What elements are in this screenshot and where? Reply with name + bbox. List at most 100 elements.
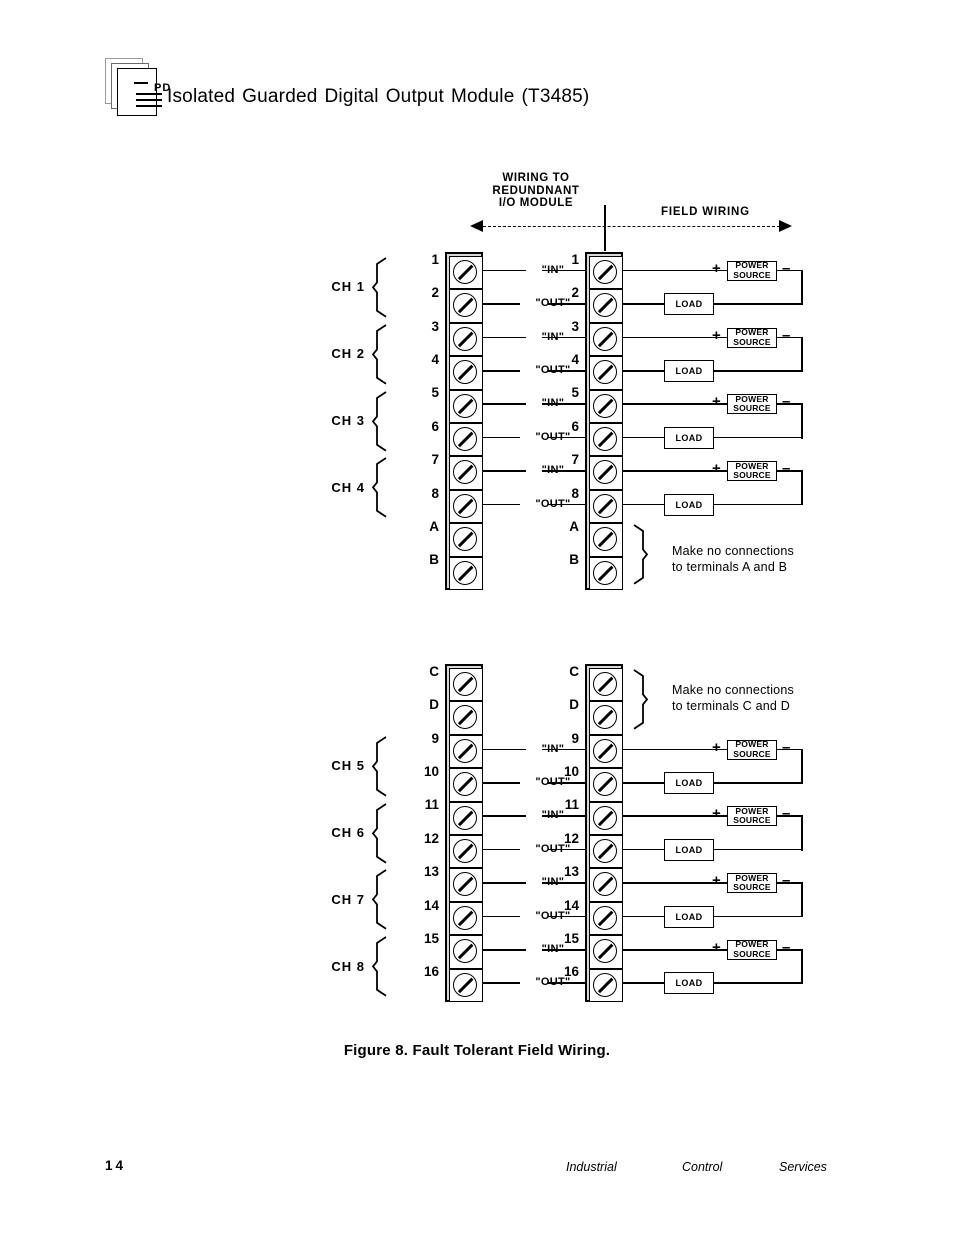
terminal-cell[interactable]: [449, 289, 483, 323]
terminal-cell[interactable]: [449, 901, 483, 936]
terminal-cell[interactable]: [449, 256, 483, 290]
terminal-cell[interactable]: [449, 935, 483, 969]
terminal-cell[interactable]: [449, 489, 483, 524]
screw-terminal-icon: [593, 460, 618, 485]
terminal-cell[interactable]: [589, 556, 623, 590]
terminal-number-left: 11: [424, 797, 439, 813]
terminal-cell[interactable]: [589, 489, 623, 524]
pd-sheet-front: PD: [117, 68, 170, 116]
screw-terminal-icon: [593, 360, 618, 385]
power-source-box: POWER SOURCE: [727, 940, 777, 960]
terminal-cell[interactable]: [449, 835, 483, 869]
terminal-cell[interactable]: [589, 968, 623, 1002]
screw-terminal-icon: [453, 527, 478, 552]
screw-terminal-icon: [453, 493, 478, 518]
terminal-number-left: 16: [423, 964, 439, 980]
screw-terminal-icon: [593, 939, 618, 964]
polarity-plus: +: [712, 938, 721, 956]
terminal-cell[interactable]: [589, 734, 623, 769]
power-source-text: POWER SOURCE: [733, 261, 771, 280]
terminal-cell[interactable]: [589, 668, 623, 702]
screw-terminal-icon: [453, 260, 478, 285]
terminal-cell[interactable]: [449, 322, 483, 357]
screw-terminal-icon: [593, 738, 618, 763]
screw-terminal-icon: [593, 393, 618, 418]
screw-slot: [457, 743, 474, 759]
terminal-cell[interactable]: [449, 423, 483, 457]
terminal-cell[interactable]: [589, 901, 623, 936]
io-label-in: "IN": [541, 464, 565, 477]
figure-caption: Figure 8. Fault Tolerant Field Wiring.: [343, 1042, 611, 1059]
screw-terminal-icon: [453, 805, 478, 830]
terminal-cell[interactable]: [589, 523, 623, 557]
screw-terminal-icon: [453, 939, 478, 964]
terminal-block-field-side: [585, 664, 623, 1002]
terminal-cell[interactable]: [449, 523, 483, 557]
wire-module-in: [483, 470, 526, 472]
title-word-5: Module: [450, 86, 515, 107]
terminal-cell[interactable]: [449, 801, 483, 835]
wire-source-to-bus: [777, 948, 803, 951]
terminal-cell[interactable]: [449, 968, 483, 1002]
note-cd-line-2: to terminals C and D: [672, 699, 790, 713]
screw-terminal-icon: [453, 839, 478, 864]
power-source-line-2: SOURCE: [733, 882, 771, 893]
terminal-cell[interactable]: [589, 935, 623, 969]
wire-module-out: [483, 303, 520, 305]
polarity-plus: +: [712, 393, 721, 411]
terminal-cell[interactable]: [449, 456, 483, 490]
terminal-cell[interactable]: [589, 356, 623, 390]
wire-bus-to-load: [714, 781, 803, 784]
terminal-cell[interactable]: [589, 868, 623, 902]
screw-slot: [597, 877, 614, 893]
terminal-number-left: 12: [423, 830, 439, 846]
terminal-cell[interactable]: [589, 256, 623, 290]
screw-slot: [597, 977, 614, 993]
terminal-cell[interactable]: [589, 456, 623, 490]
wire-return-bus: [801, 470, 803, 506]
terminal-cell[interactable]: [589, 835, 623, 869]
wire-return-bus: [801, 403, 803, 439]
wire-load-to-out: [623, 781, 664, 784]
terminal-number-left: 5: [431, 385, 439, 401]
load-box: LOAD: [664, 972, 714, 995]
terminal-number-left: 3: [431, 318, 439, 334]
wire-module-out: [483, 915, 520, 918]
terminal-cell[interactable]: [449, 734, 483, 769]
screw-terminal-icon: [593, 705, 618, 730]
terminal-cell[interactable]: [589, 701, 623, 735]
load-label: LOAD: [675, 432, 703, 443]
terminal-cell[interactable]: [589, 801, 623, 835]
pd-rule-1: [136, 93, 162, 95]
terminal-cell[interactable]: [449, 389, 483, 423]
terminal-cell[interactable]: [589, 389, 623, 423]
channel-brace: [371, 457, 387, 518]
io-label-in: "IN": [541, 263, 565, 276]
note-terminals-ab: Make no connections to terminals A and B: [672, 543, 794, 575]
polarity-minus: –: [782, 460, 791, 478]
terminal-number-left: 8: [431, 485, 439, 501]
terminal-cell[interactable]: [589, 322, 623, 357]
terminal-cell[interactable]: [449, 556, 483, 590]
load-label: LOAD: [675, 365, 703, 376]
terminal-cell[interactable]: [449, 701, 483, 735]
io-label-out: "OUT": [535, 297, 571, 310]
terminal-cell[interactable]: [449, 768, 483, 802]
terminal-cell[interactable]: [589, 289, 623, 323]
section-divider-line: [604, 205, 606, 251]
screw-slot: [597, 910, 614, 926]
channel-label: CH 6: [331, 825, 365, 840]
terminal-number-left: B: [429, 552, 439, 568]
terminal-cell[interactable]: [449, 668, 483, 702]
terminal-cell[interactable]: [589, 423, 623, 457]
terminal-cell[interactable]: [589, 768, 623, 802]
wire-bus-to-load: [714, 369, 803, 372]
terminal-cell[interactable]: [449, 356, 483, 390]
screw-slot: [597, 364, 614, 381]
channel-label: CH 1: [331, 279, 365, 295]
channel-brace: [371, 324, 387, 385]
wire-source-to-bus: [777, 403, 803, 406]
terminal-cell[interactable]: [449, 868, 483, 902]
pd-rule-3: [136, 105, 162, 107]
note-cd-line-1: Make no connections: [672, 683, 794, 697]
